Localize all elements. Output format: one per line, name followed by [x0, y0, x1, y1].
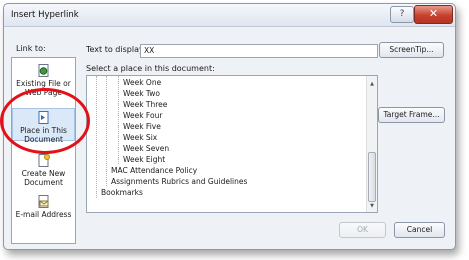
text-to-display-label: Text to display:	[86, 45, 146, 54]
link-to-new-document[interactable]: Create New Document	[12, 154, 75, 187]
link-to-new-document-label: Create New Document	[21, 169, 66, 187]
tree-guide-line	[96, 76, 97, 198]
help-button[interactable]: ?	[390, 6, 414, 23]
tree-item[interactable]: · Week Seven	[87, 143, 365, 154]
email-icon	[37, 195, 50, 208]
tree-item[interactable]: · MAC Attendance Policy	[87, 165, 365, 176]
tree-item[interactable]: · Week Four	[87, 110, 365, 121]
tree-scrollbar[interactable]: ▲ ▼	[366, 76, 377, 212]
screentip-button[interactable]: ScreenTip...	[379, 42, 444, 58]
tree-item[interactable]: · Assignments Rubrics and Guidelines	[87, 176, 365, 187]
title-bar: Insert Hyperlink ? ✕	[4, 4, 455, 27]
document-places-tree[interactable]: · Week One · Week Two · Week Three · Week Fo…	[86, 75, 378, 213]
tree-item[interactable]: · Week Eight	[87, 154, 365, 165]
tree-item[interactable]: · Week Two	[87, 88, 365, 99]
globe-document-icon	[37, 64, 50, 77]
new-document-icon	[37, 154, 50, 167]
link-to-email-address[interactable]: E-mail Address	[12, 195, 75, 219]
dialog-title: Insert Hyperlink	[11, 10, 79, 20]
close-icon: ✕	[428, 7, 439, 20]
link-to-label: Link to:	[16, 44, 46, 53]
scroll-up-icon[interactable]: ▲	[367, 80, 377, 89]
tree-item[interactable]: · Week One	[87, 77, 365, 88]
help-icon: ?	[399, 9, 405, 19]
highlight-circle	[0, 88, 90, 154]
tree-item[interactable]: · Week Five	[87, 121, 365, 132]
target-frame-button[interactable]: Target Frame...	[378, 107, 445, 123]
tree-item[interactable]: · Bookmarks	[87, 187, 365, 198]
cancel-button[interactable]: Cancel	[394, 222, 445, 238]
ok-button[interactable]: OK	[339, 222, 386, 238]
scroll-down-icon[interactable]: ▼	[367, 202, 377, 211]
close-button[interactable]: ✕	[414, 5, 453, 24]
tree-guide-line	[106, 76, 107, 186]
select-place-label: Select a place in this document:	[86, 64, 215, 73]
tree-item[interactable]: · Week Three	[87, 99, 365, 110]
scroll-thumb[interactable]	[368, 152, 376, 202]
tree-guide-line	[118, 76, 119, 164]
text-to-display-input[interactable]: XX	[140, 44, 378, 58]
tree-item[interactable]: · Week Six	[87, 132, 365, 143]
link-to-email-address-label: E-mail Address	[15, 210, 72, 219]
